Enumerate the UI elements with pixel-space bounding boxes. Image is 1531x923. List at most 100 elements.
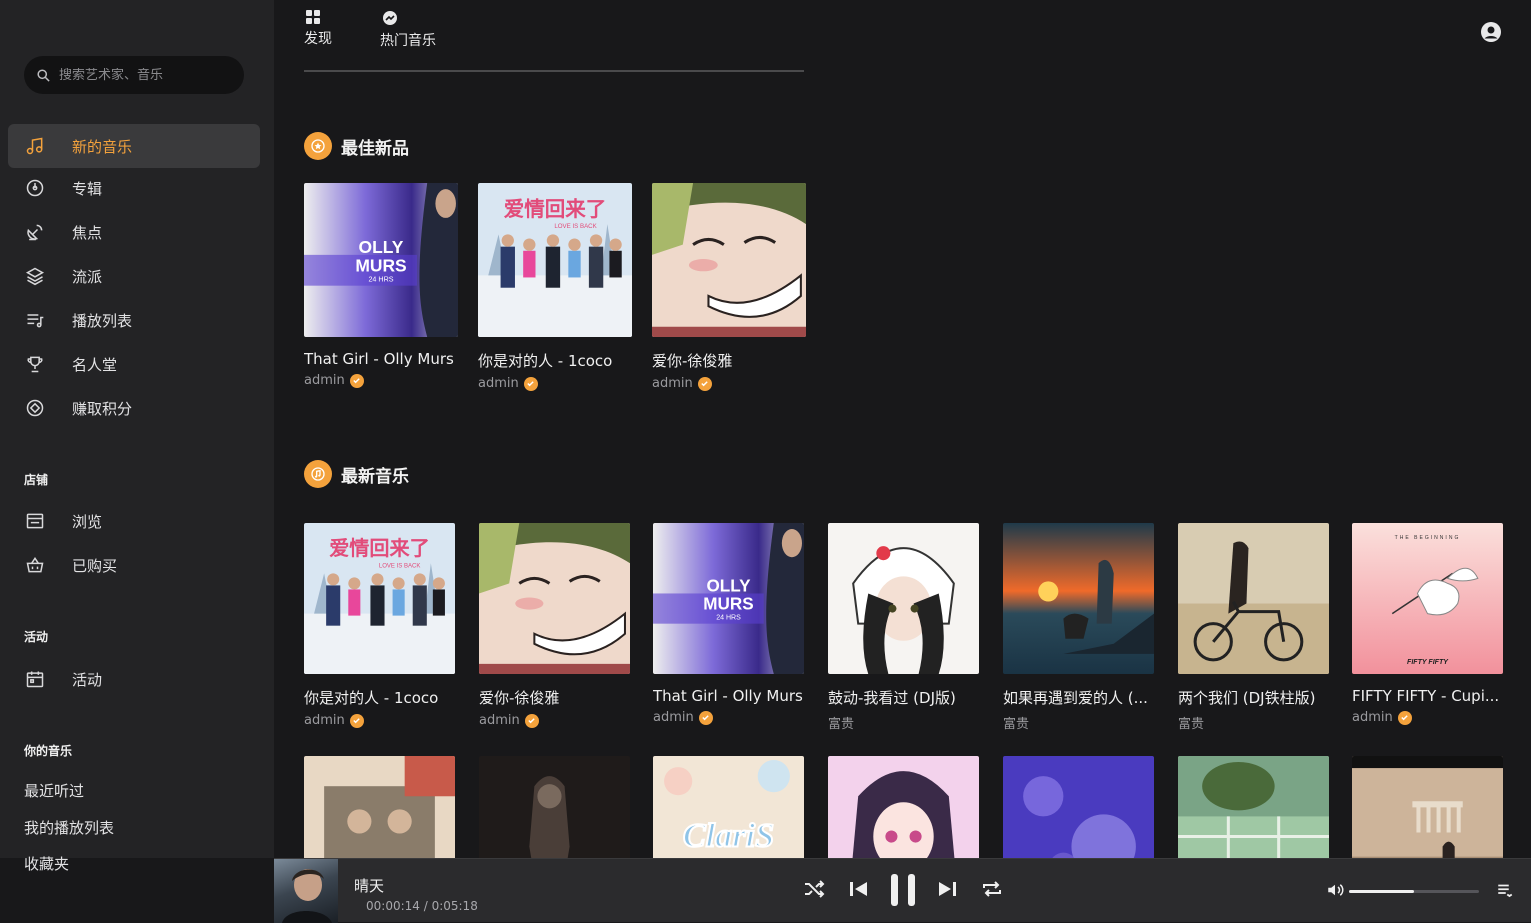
album-cover[interactable]: 爱情回来了 LOVE IS BACK xyxy=(304,523,455,674)
store-icon xyxy=(26,513,44,529)
trophy-icon xyxy=(27,356,43,373)
song-title[interactable]: 鼓动-我看过 (DJ版) xyxy=(828,687,979,708)
song-card[interactable]: OLLY MURS 24 HRS That Girl - Olly Murs adm… xyxy=(653,523,804,725)
svg-text:ClariS: ClariS xyxy=(683,818,774,855)
top-nav-divider xyxy=(304,70,804,72)
song-artist[interactable]: admin xyxy=(304,713,345,728)
song-card[interactable]: 爱你-徐俊雅 admin xyxy=(652,183,806,391)
layers-icon xyxy=(25,267,45,286)
song-artist[interactable]: admin xyxy=(478,376,519,391)
pause-icon[interactable] xyxy=(888,873,918,907)
sidebar-item-albums[interactable]: 专辑 xyxy=(8,166,260,210)
album-cover[interactable] xyxy=(828,523,979,674)
volume-icon[interactable] xyxy=(1326,881,1344,899)
song-title[interactable]: 两个我们 (DJ铁柱版) xyxy=(1178,687,1329,708)
repeat-icon[interactable] xyxy=(980,877,1004,901)
song-title[interactable]: 你是对的人 - 1coco xyxy=(478,350,632,371)
song-artist[interactable]: admin xyxy=(653,710,694,725)
song-artist-row: admin xyxy=(478,376,632,391)
album-cover[interactable]: OLLY MURS 24 HRS xyxy=(653,523,804,674)
song-title[interactable]: 爱你-徐俊雅 xyxy=(652,350,806,371)
search-input[interactable] xyxy=(59,67,229,83)
song-title[interactable]: FIFTY FIFTY - Cupi... xyxy=(1352,687,1503,705)
song-card[interactable]: 鼓动-我看过 (DJ版) 富贵 xyxy=(828,523,979,732)
search-bar[interactable] xyxy=(24,56,244,94)
now-playing-title: 晴天 xyxy=(354,877,385,895)
svg-text:LOVE IS BACK: LOVE IS BACK xyxy=(379,563,421,569)
song-title[interactable]: 爱你-徐俊雅 xyxy=(479,687,630,708)
song-artist-row: admin xyxy=(304,713,455,728)
song-title[interactable]: 你是对的人 - 1coco xyxy=(304,687,455,708)
svg-text:MURS: MURS xyxy=(355,255,406,275)
album-cover[interactable]: THE BEGINNING FIFTY FIFTY xyxy=(1352,523,1503,674)
song-card[interactable]: 爱情回来了 LOVE IS BACK 你是对的人 - 1coco admin xyxy=(478,183,632,391)
song-card[interactable]: OLLY MURS 24 HRS That Girl - Olly Murs adm… xyxy=(304,183,458,388)
album-cover[interactable] xyxy=(1178,523,1329,674)
shuffle-icon[interactable] xyxy=(802,877,826,901)
sidebar-item-label: 名人堂 xyxy=(72,355,118,374)
account-icon[interactable] xyxy=(1479,20,1503,44)
next-icon[interactable] xyxy=(936,877,958,901)
recently-played-link[interactable]: 最近听过 xyxy=(24,780,84,801)
song-artist[interactable]: 富贵 xyxy=(1003,713,1029,732)
svg-text:THE BEGINNING: THE BEGINNING xyxy=(1395,535,1461,541)
playlist-icon xyxy=(27,314,44,328)
tab-label: 发现 xyxy=(304,31,332,47)
song-title[interactable]: That Girl - Olly Murs xyxy=(653,687,804,705)
queue-icon[interactable] xyxy=(1496,881,1514,899)
song-title[interactable]: 如果再遇到爱的人 (... xyxy=(1003,687,1154,708)
album-cover[interactable] xyxy=(479,523,630,674)
song-artist-row: 富贵 xyxy=(828,713,979,732)
tab-trending[interactable]: 热门音乐 xyxy=(380,10,436,50)
sidebar-item-browse[interactable]: 浏览 xyxy=(8,499,260,543)
sidebar-item-hall-of-fame[interactable]: 名人堂 xyxy=(8,342,260,386)
song-card[interactable]: 爱你-徐俊雅 admin xyxy=(479,523,630,728)
verified-badge-icon xyxy=(1397,710,1412,725)
now-playing-time: 00:00:14 / 0:05:18 xyxy=(366,899,478,913)
verified-badge-icon xyxy=(697,376,712,391)
tab-discover[interactable]: 发现 xyxy=(304,10,332,50)
album-cover[interactable]: OLLY MURS 24 HRS xyxy=(304,183,458,337)
sidebar-item-label: 专辑 xyxy=(72,179,103,198)
sidebar-item-playlists[interactable]: 播放列表 xyxy=(8,298,260,342)
verified-badge-icon xyxy=(698,710,713,725)
volume-slider[interactable] xyxy=(1349,890,1479,893)
song-card[interactable]: THE BEGINNING FIFTY FIFTY FIFTY FIFTY - … xyxy=(1352,523,1503,725)
song-artist-row: admin xyxy=(652,376,806,391)
sidebar-item-genres[interactable]: 流派 xyxy=(8,254,260,298)
song-artist[interactable]: admin xyxy=(652,376,693,391)
sidebar-item-focus[interactable]: 焦点 xyxy=(8,210,260,254)
calendar-icon xyxy=(26,671,44,688)
song-title[interactable]: That Girl - Olly Murs xyxy=(304,350,458,368)
song-artist-row: admin xyxy=(653,710,804,725)
tab-label: 热门音乐 xyxy=(380,33,436,49)
featured-section-header: 最佳新品 xyxy=(304,132,409,160)
song-artist[interactable]: 富贵 xyxy=(828,713,854,732)
sidebar-item-purchased[interactable]: 已购买 xyxy=(8,543,260,587)
song-artist-row: admin xyxy=(1352,710,1503,725)
verified-badge-icon xyxy=(349,713,364,728)
verified-badge-icon xyxy=(523,376,538,391)
sidebar-item-earn-points[interactable]: 赚取积分 xyxy=(8,386,260,430)
song-card[interactable]: 爱情回来了 LOVE IS BACK 你是对的人 - 1coco admin xyxy=(304,523,455,728)
coin-icon xyxy=(26,399,44,417)
previous-icon[interactable] xyxy=(848,877,870,901)
album-cover[interactable]: 爱情回来了 LOVE IS BACK xyxy=(478,183,632,337)
now-playing-cover[interactable] xyxy=(274,859,338,923)
favorites-link[interactable]: 收藏夹 xyxy=(24,853,69,874)
song-artist[interactable]: admin xyxy=(479,713,520,728)
album-cover[interactable] xyxy=(1003,523,1154,674)
song-artist[interactable]: 富贵 xyxy=(1178,713,1204,732)
sidebar-item-new-music[interactable]: 新的音乐 xyxy=(8,124,260,168)
sidebar-item-label: 流派 xyxy=(72,267,103,286)
svg-text:OLLY: OLLY xyxy=(359,237,404,257)
song-card[interactable]: 两个我们 (DJ铁柱版) 富贵 xyxy=(1178,523,1329,732)
search-icon xyxy=(37,68,50,82)
sidebar-item-events[interactable]: 活动 xyxy=(8,657,260,701)
svg-text:爱情回来了: 爱情回来了 xyxy=(329,536,430,560)
song-card[interactable]: 如果再遇到爱的人 (... 富贵 xyxy=(1003,523,1154,732)
song-artist[interactable]: admin xyxy=(304,373,345,388)
song-artist[interactable]: admin xyxy=(1352,710,1393,725)
my-playlists-link[interactable]: 我的播放列表 xyxy=(24,817,114,838)
album-cover[interactable] xyxy=(652,183,806,337)
